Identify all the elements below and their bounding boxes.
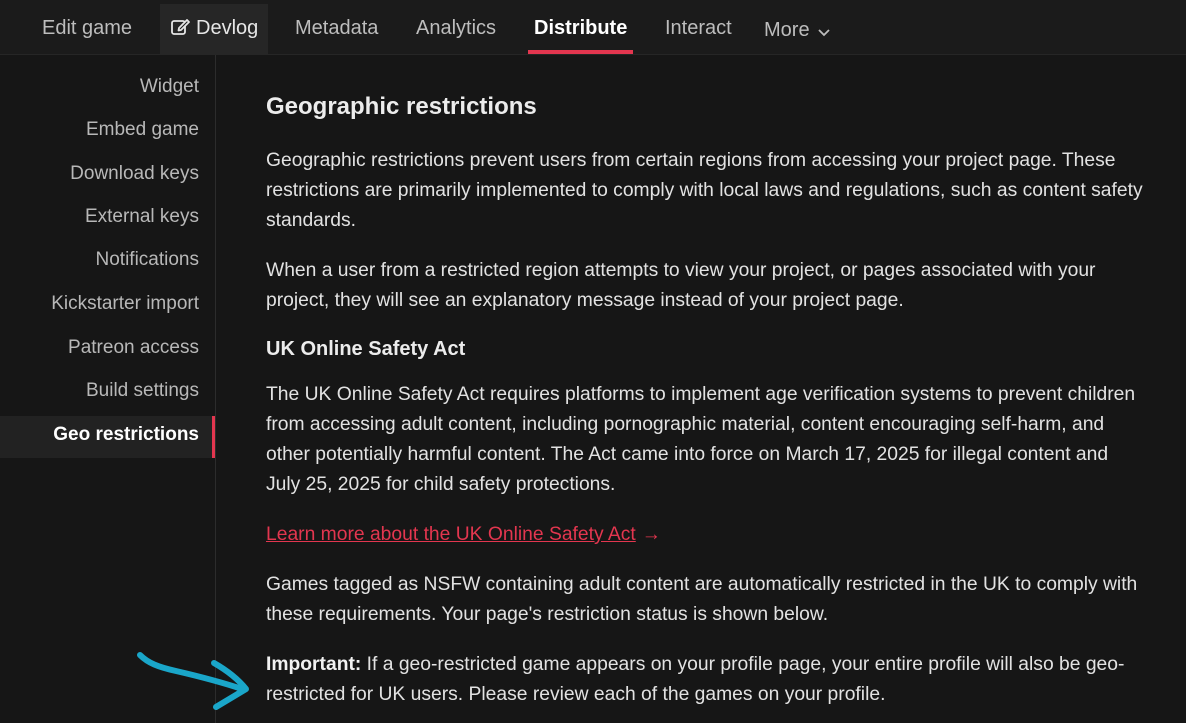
chevron-down-icon bbox=[817, 4, 836, 52]
page-title: Geographic restrictions bbox=[266, 93, 537, 120]
sidebar-item-build-settings[interactable]: Build settings bbox=[86, 380, 199, 402]
sidebar-item-download-keys[interactable]: Download keys bbox=[70, 163, 199, 185]
annotation-arrow-icon bbox=[132, 645, 257, 718]
intro-paragraph: Geographic restrictions prevent users fr… bbox=[266, 150, 1143, 231]
tab-label: Devlog bbox=[196, 17, 259, 39]
tab-label: Metadata bbox=[295, 17, 379, 39]
learn-more-row: Learn more about the UK Online Safety Ac… bbox=[266, 520, 1146, 550]
tab-analytics[interactable]: Analytics bbox=[416, 4, 496, 54]
sidebar-item-external-keys[interactable]: External keys bbox=[85, 206, 199, 228]
arrow-right-icon[interactable]: → bbox=[642, 524, 661, 545]
sidebar-item-geo-restrictions[interactable]: Geo restrictions bbox=[53, 424, 199, 446]
tab-distribute[interactable]: Distribute bbox=[527, 4, 634, 54]
sidebar-item-embed-game[interactable]: Embed game bbox=[86, 119, 199, 141]
sidebar-item-widget[interactable]: Widget bbox=[140, 76, 199, 98]
top-nav: Edit game Devlog Metadata Analytics Dist… bbox=[0, 0, 1186, 55]
tab-label: Edit game bbox=[42, 17, 133, 39]
tab-interact[interactable]: Interact bbox=[665, 4, 732, 54]
sidebar-item-kickstarter-import[interactable]: Kickstarter import bbox=[51, 293, 199, 315]
important-paragraph: Important: If a geo-restricted game appe… bbox=[266, 650, 1146, 710]
edit-square-icon bbox=[170, 17, 196, 39]
tab-label: Distribute bbox=[534, 17, 628, 39]
sidebar-item-notifications[interactable]: Notifications bbox=[96, 249, 200, 271]
uk-online-safety-heading: UK Online Safety Act bbox=[266, 338, 466, 360]
tab-label: More bbox=[764, 19, 810, 41]
tab-more[interactable]: More bbox=[764, 4, 836, 54]
learn-more-link[interactable]: Learn more about the UK Online Safety Ac… bbox=[266, 524, 636, 545]
sidebar-item-patreon-access[interactable]: Patreon access bbox=[68, 337, 199, 359]
tab-edit-game[interactable]: Edit game bbox=[42, 4, 132, 54]
tab-metadata[interactable]: Metadata bbox=[295, 4, 378, 54]
uk-act-paragraph: The UK Online Safety Act requires platfo… bbox=[266, 384, 1136, 495]
tab-devlog[interactable]: Devlog bbox=[160, 4, 269, 54]
tab-label: Analytics bbox=[416, 17, 497, 39]
sidebar: Widget Embed game Download keys External… bbox=[0, 55, 216, 723]
nsfw-paragraph: Games tagged as NSFW containing adult co… bbox=[266, 574, 1138, 625]
important-label: Important: bbox=[266, 654, 362, 675]
tab-label: Interact bbox=[665, 17, 732, 39]
important-text: If a geo-restricted game appears on your… bbox=[266, 654, 1125, 705]
restricted-region-paragraph: When a user from a restricted region att… bbox=[266, 260, 1096, 311]
